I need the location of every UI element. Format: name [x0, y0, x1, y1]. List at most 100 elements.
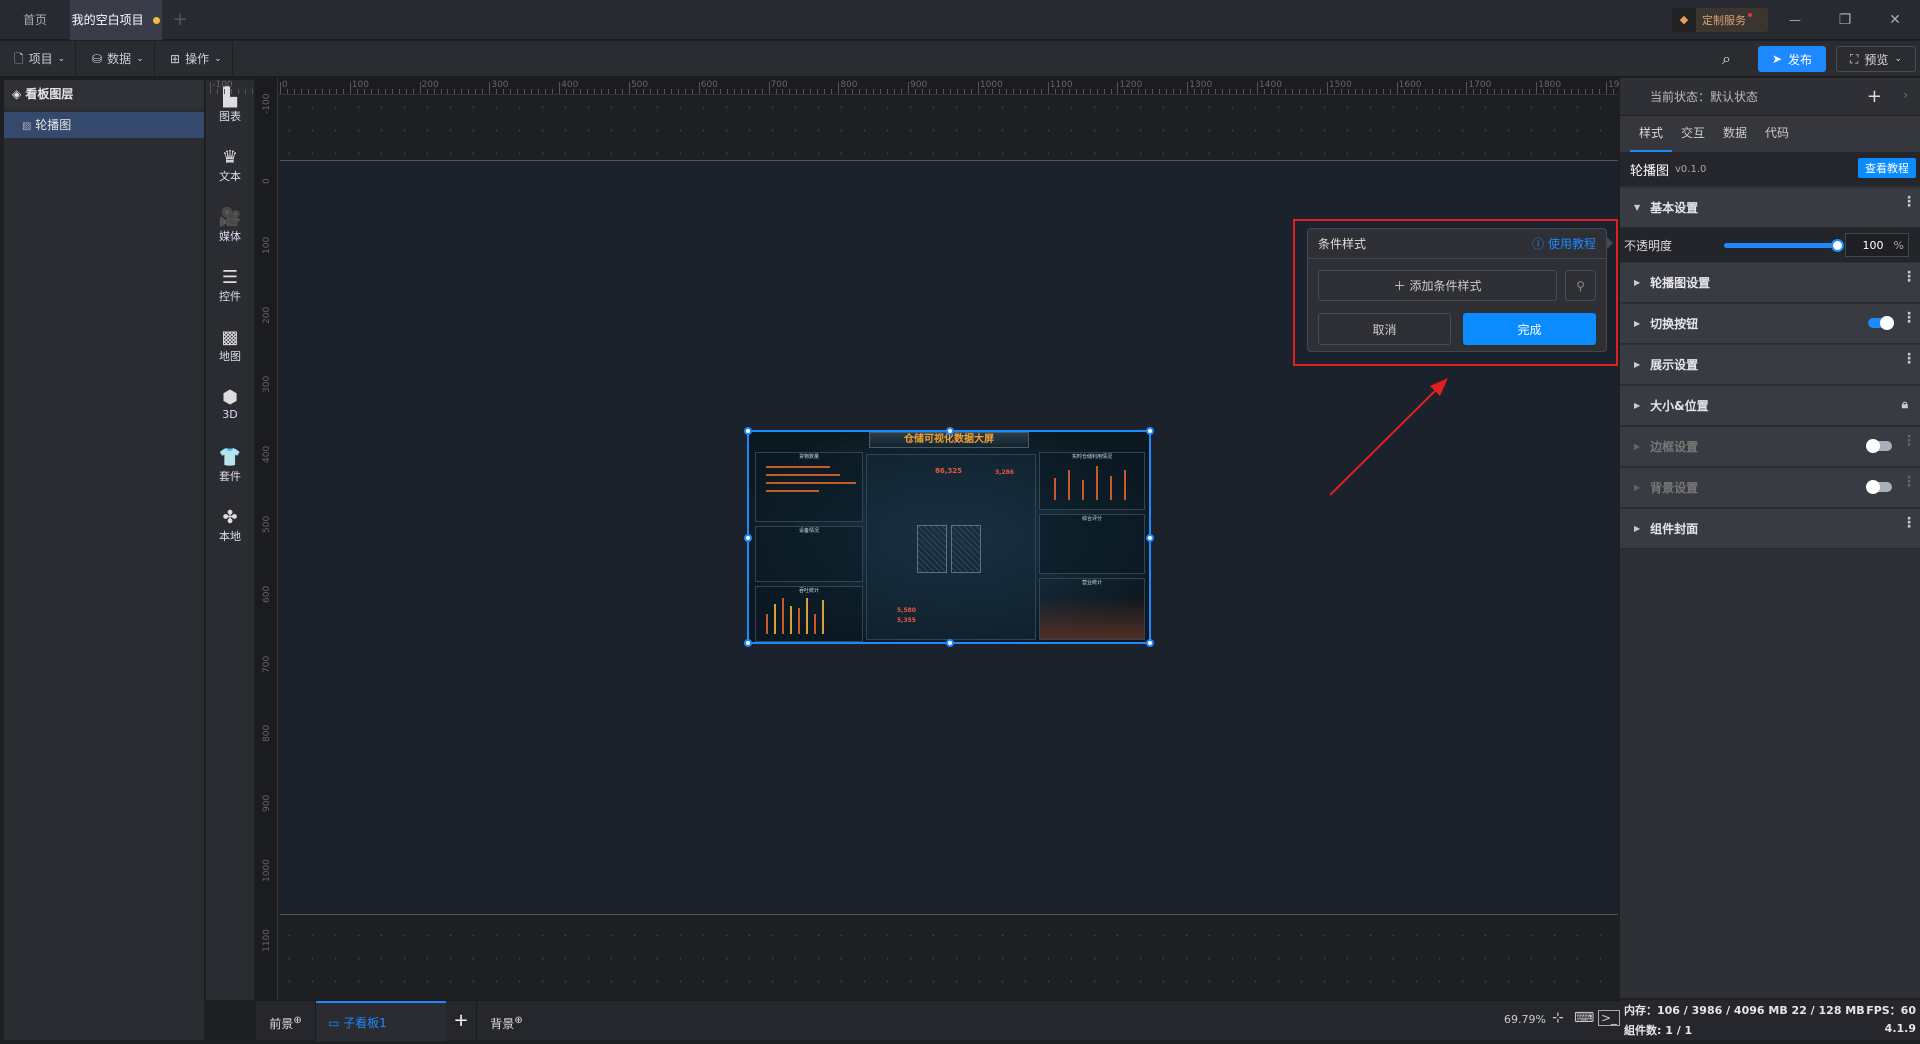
search-icon[interactable]: ⌕ — [1722, 49, 1731, 69]
confirm-button[interactable]: 完成 — [1463, 313, 1596, 345]
more-icon[interactable]: ⋮ — [1902, 195, 1916, 209]
ruler-tick — [1124, 89, 1126, 94]
more-icon[interactable]: ⋮ — [1902, 311, 1916, 325]
preview-button[interactable]: ⛶ 预览 ⌄ — [1836, 46, 1916, 72]
ruler-tick — [489, 82, 491, 94]
cancel-button[interactable]: 取消 — [1318, 313, 1451, 345]
component-3d[interactable]: ⬢ 3D — [206, 388, 254, 422]
tab-code[interactable]: 代码 — [1756, 116, 1798, 152]
chevron-right-icon[interactable]: › — [1903, 88, 1908, 102]
tab-data[interactable]: 数据 — [1714, 116, 1756, 152]
more-icon[interactable]: ⋮ — [1902, 475, 1916, 489]
ruler-tick — [405, 89, 407, 94]
puzzle-icon: ✤ — [222, 507, 238, 528]
filter-add-icon[interactable]: ⚲ — [1565, 270, 1596, 301]
lock-icon[interactable]: 🔒︎ — [1902, 397, 1908, 412]
menu-project[interactable]: 🗋 项目 ⌄ — [4, 41, 77, 77]
ruler-tick — [1466, 82, 1468, 94]
custom-service-button[interactable]: ◆ 定制服务 — [1672, 8, 1768, 32]
ruler-tick — [1033, 89, 1035, 94]
more-icon[interactable]: ⋮ — [1902, 352, 1916, 366]
toggle-knob — [1866, 480, 1880, 494]
section-border[interactable]: ▶ 边框设置 ⋮ — [1620, 427, 1920, 467]
publish-button[interactable]: ➤ 发布 — [1758, 46, 1826, 72]
section-label: 切换按钮 — [1650, 317, 1699, 331]
component-control[interactable]: ☰ 控件 — [206, 268, 254, 304]
ruler-tick — [1166, 89, 1168, 94]
component-map[interactable]: ▩ 地图 — [206, 328, 254, 364]
resize-handle[interactable] — [744, 639, 752, 647]
zoom-level[interactable]: 69.79% — [1504, 1013, 1546, 1026]
slider-thumb[interactable] — [1831, 239, 1844, 252]
more-icon[interactable]: ⋮ — [1902, 516, 1916, 530]
ruler-tick — [1229, 89, 1231, 94]
section-size-position[interactable]: ▶ 大小&位置 🔒︎ — [1620, 386, 1920, 426]
layer-item[interactable]: ▨ 轮播图 — [4, 112, 204, 138]
add-state-icon[interactable]: + — [1867, 86, 1882, 107]
resize-handle[interactable] — [946, 639, 954, 647]
ruler-tick — [293, 89, 295, 94]
ruler-tick — [838, 82, 840, 94]
panel: 货物数量 — [755, 452, 863, 522]
resize-handle[interactable] — [744, 534, 752, 542]
unsaved-dot — [153, 17, 161, 24]
more-icon[interactable]: ⋮ — [1902, 270, 1916, 284]
add-board-button[interactable]: + — [446, 1001, 476, 1041]
section-display[interactable]: ▶ 展示设置 ⋮ — [1620, 345, 1920, 385]
add-tab-button[interactable]: + — [165, 0, 195, 40]
ruler-tick — [712, 89, 714, 94]
opacity-input[interactable]: 100% — [1845, 233, 1909, 257]
section-background[interactable]: ▶ 背景设置 ⋮ — [1620, 468, 1920, 508]
chevron-down-icon: ⌄ — [1894, 54, 1902, 64]
background-toggle[interactable] — [1866, 480, 1892, 494]
menu-data[interactable]: ⛁ 数据 ⌄ — [82, 41, 155, 77]
component-media[interactable]: 🎥 媒体 — [206, 208, 254, 244]
add-circle-icon[interactable]: ⊕ — [514, 1015, 522, 1026]
resize-handle[interactable] — [946, 427, 954, 435]
ruler-tick — [363, 89, 365, 94]
carousel-component[interactable]: 仓储可视化数据大屏 货物数量 设备情况 吞吐统计 86,325 3,286 5,… — [744, 427, 1154, 647]
resize-handle[interactable] — [1146, 639, 1154, 647]
section-cover[interactable]: ▶ 组件封面 ⋮ — [1620, 509, 1920, 549]
ruler-tick — [1194, 89, 1196, 94]
close-button[interactable]: ✕ — [1880, 0, 1910, 40]
tab-interaction[interactable]: 交互 — [1672, 116, 1714, 152]
tab-subboard[interactable]: ▭ 子看板1 — [316, 1001, 446, 1041]
minimize-button[interactable]: — — [1780, 0, 1810, 40]
state-label[interactable]: 当前状态：默认状态 — [1650, 88, 1758, 105]
switch-button-toggle[interactable] — [1868, 316, 1894, 330]
more-icon[interactable]: ⋮ — [1902, 434, 1916, 448]
resize-handle[interactable] — [1146, 427, 1154, 435]
component-suite[interactable]: 👕 套件 — [206, 448, 254, 484]
ruler-tick — [922, 89, 924, 94]
resize-handle[interactable] — [1146, 534, 1154, 542]
ruler-tick — [531, 89, 533, 94]
tutorial-button[interactable]: 查看教程 — [1858, 158, 1916, 178]
ruler-tick — [1284, 89, 1286, 94]
ruler-tick — [1019, 89, 1021, 94]
terminal-icon[interactable]: >_ — [1598, 1010, 1621, 1026]
fit-screen-icon[interactable]: ⊹ — [1552, 1010, 1564, 1026]
tab-project[interactable]: 我的空白项目 — [70, 0, 162, 40]
section-carousel[interactable]: ▶ 轮播图设置 ⋮ — [1620, 263, 1920, 303]
menu-operations[interactable]: ⊞ 操作 ⌄ — [160, 41, 233, 77]
component-chart[interactable]: ▙ 图表 — [206, 88, 254, 124]
tab-style[interactable]: 样式 — [1630, 116, 1673, 152]
resize-handle[interactable] — [744, 427, 752, 435]
add-circle-icon[interactable]: ⊕ — [293, 1015, 301, 1026]
tab-background[interactable]: 背景⊕ — [476, 1001, 536, 1041]
help-link[interactable]: ⓘ 使用教程 — [1532, 235, 1596, 252]
tab-home[interactable]: 首页 — [0, 0, 70, 40]
section-basic[interactable]: ▼ 基本设置 ⋮ — [1620, 188, 1920, 228]
opacity-slider[interactable] — [1724, 239, 1844, 252]
restore-button[interactable]: ❐ — [1830, 0, 1860, 40]
popover-pointer — [1607, 237, 1613, 249]
component-local[interactable]: ✤ 本地 — [206, 508, 254, 544]
layer-item-label: 轮播图 — [35, 118, 72, 132]
add-condition-button[interactable]: ＋添加条件样式 — [1318, 270, 1557, 301]
section-switch-button[interactable]: ▶ 切换按钮 ⋮ — [1620, 304, 1920, 344]
keyboard-icon[interactable]: ⌨ — [1574, 1010, 1594, 1026]
tab-foreground[interactable]: 前景⊕ — [256, 1001, 316, 1041]
component-text[interactable]: ♛ 文本 — [206, 148, 254, 184]
border-toggle[interactable] — [1866, 439, 1892, 453]
